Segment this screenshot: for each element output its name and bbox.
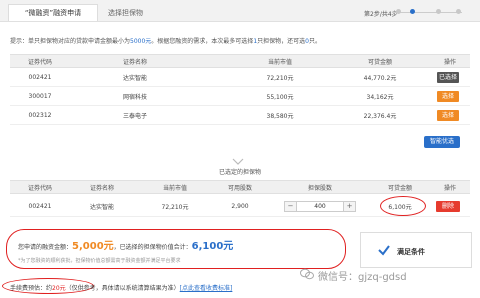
step-dot-4 [456, 9, 461, 14]
fee-note: （仅供参考，具体请以系统清算结果为准） [65, 285, 180, 292]
tip-prefix: 提示：单只担保物对应的贷款申请金额最小为 [10, 38, 131, 45]
tip-middle: 。根据您融资的需求，本次最多可选择 [151, 38, 254, 45]
pledged-shares-stepper[interactable]: − 400 + [284, 201, 356, 212]
selected-section-title: 已选定的担保物 [218, 169, 261, 176]
col-value: 当前市值 [162, 184, 187, 192]
summary-label-amount: 您申请的融资金额： [18, 244, 73, 251]
fee-standard-link[interactable]: [点此查看收费标准] [180, 285, 233, 292]
col-name: 证券名称 [89, 184, 114, 192]
tab-select-collateral[interactable]: 选择担保物 [108, 5, 143, 21]
table-row: 002421 达实智能 72,210元 44,770.2元 已选择 [10, 69, 470, 87]
securities-table-header: 证券代码 证券名称 当前市值 可贷金额 操作 [10, 54, 470, 68]
cell-loan: 34,162元 [366, 94, 394, 101]
col-value: 当前市值 [267, 58, 292, 66]
decrement-button[interactable]: − [285, 202, 297, 211]
table-row: 002312 三泰电子 38,580元 22,376.4元 选择 [10, 107, 470, 125]
financing-amount: 5,000元 [72, 241, 114, 252]
condition-status-label: 满足条件 [397, 248, 425, 256]
fee-amount: 20元 [52, 285, 66, 292]
col-action: 操作 [443, 58, 456, 66]
wechat-icon [300, 268, 314, 280]
financing-summary: 您申请的融资金额：5,000元，已选择的担保物价值合计：6,100元 *为了您融… [10, 232, 346, 268]
loan-highlight-circle [380, 196, 426, 216]
col-code: 证券代码 [27, 58, 52, 66]
checkmark-icon [378, 245, 390, 256]
table-row: 300017 网宿科技 55,100元 34,162元 选择 [10, 88, 470, 106]
select-button[interactable]: 选择 [437, 110, 459, 121]
cell-code: 002421 [28, 203, 52, 210]
step-dot-3 [436, 9, 441, 14]
cell-name: 达实智能 [89, 204, 114, 211]
cell-value: 38,580元 [266, 113, 294, 120]
cell-loan: 22,376.4元 [363, 113, 397, 120]
cell-name: 网宿科技 [122, 94, 147, 101]
pledged-shares-input[interactable]: 400 [297, 202, 343, 211]
tip-text: 提示：单只担保物对应的贷款申请金额最小为5000元。根据您融资的需求，本次最多可… [10, 36, 321, 45]
wizard-header: “微融资”融资申请 选择担保物 第2步/共4步 [0, 0, 480, 22]
step-progress-line [392, 12, 462, 13]
col-available: 可用股数 [227, 184, 252, 192]
step-dot-1 [396, 9, 401, 14]
smart-select-button[interactable]: 智能优选 [424, 136, 460, 148]
step-indicator-text: 第2步/共4步 [364, 11, 398, 18]
col-action: 操作 [443, 184, 456, 192]
tip-suffix: 只。 [308, 38, 321, 45]
fee-estimate: 手续费预估：约20元（仅供参考，具体请以系统清算结果为准）[点此查看收费标准] [10, 283, 232, 292]
col-loan: 可贷金额 [387, 184, 412, 192]
cell-name: 达实智能 [122, 75, 147, 82]
cell-code: 002421 [28, 74, 52, 81]
pledge-total: 6,100元 [191, 241, 234, 252]
condition-status-box: 满足条件 [360, 232, 472, 268]
summary-line: 您申请的融资金额：5,000元，已选择的担保物价值合计：6,100元 [18, 237, 233, 252]
tip-middle2: 只担保物，还可选 [257, 38, 306, 45]
cell-value: 72,210元 [161, 204, 189, 211]
cell-value: 55,100元 [266, 94, 294, 101]
increment-button[interactable]: + [343, 202, 355, 211]
col-loan: 可贷金额 [367, 58, 392, 66]
summary-note: *为了您融资的顺利获批，担保物价值总额需高于融资金额并满足平台要求 [18, 258, 181, 264]
cell-loan: 44,770.2元 [363, 75, 397, 82]
delete-button[interactable]: 删除 [436, 201, 460, 212]
col-pledged: 担保股数 [307, 184, 332, 192]
cell-available: 2,900 [231, 203, 249, 210]
cell-code: 300017 [28, 93, 52, 100]
select-button[interactable]: 选择 [437, 91, 459, 102]
selected-table-header: 证券代码 证券名称 当前市值 可用股数 担保股数 可贷金额 操作 [10, 180, 470, 194]
tab-financing-application[interactable]: “微融资”融资申请 [8, 4, 98, 21]
cell-code: 002312 [28, 112, 52, 119]
col-name: 证券名称 [122, 58, 147, 66]
tip-min-amount: 5000元 [130, 38, 152, 45]
col-code: 证券代码 [27, 184, 52, 192]
fee-label: 手续费预估：约 [10, 285, 53, 292]
watermark-text: 微信号：gjzq-gdsd [318, 272, 407, 283]
summary-label-pledge: ，已选择的担保物价值合计： [113, 244, 192, 251]
cell-name: 三泰电子 [122, 113, 147, 120]
step-dot-2 [410, 9, 415, 14]
chevron-down-icon [232, 158, 244, 165]
cell-value: 72,210元 [266, 75, 294, 82]
selected-button[interactable]: 已选择 [437, 72, 459, 83]
